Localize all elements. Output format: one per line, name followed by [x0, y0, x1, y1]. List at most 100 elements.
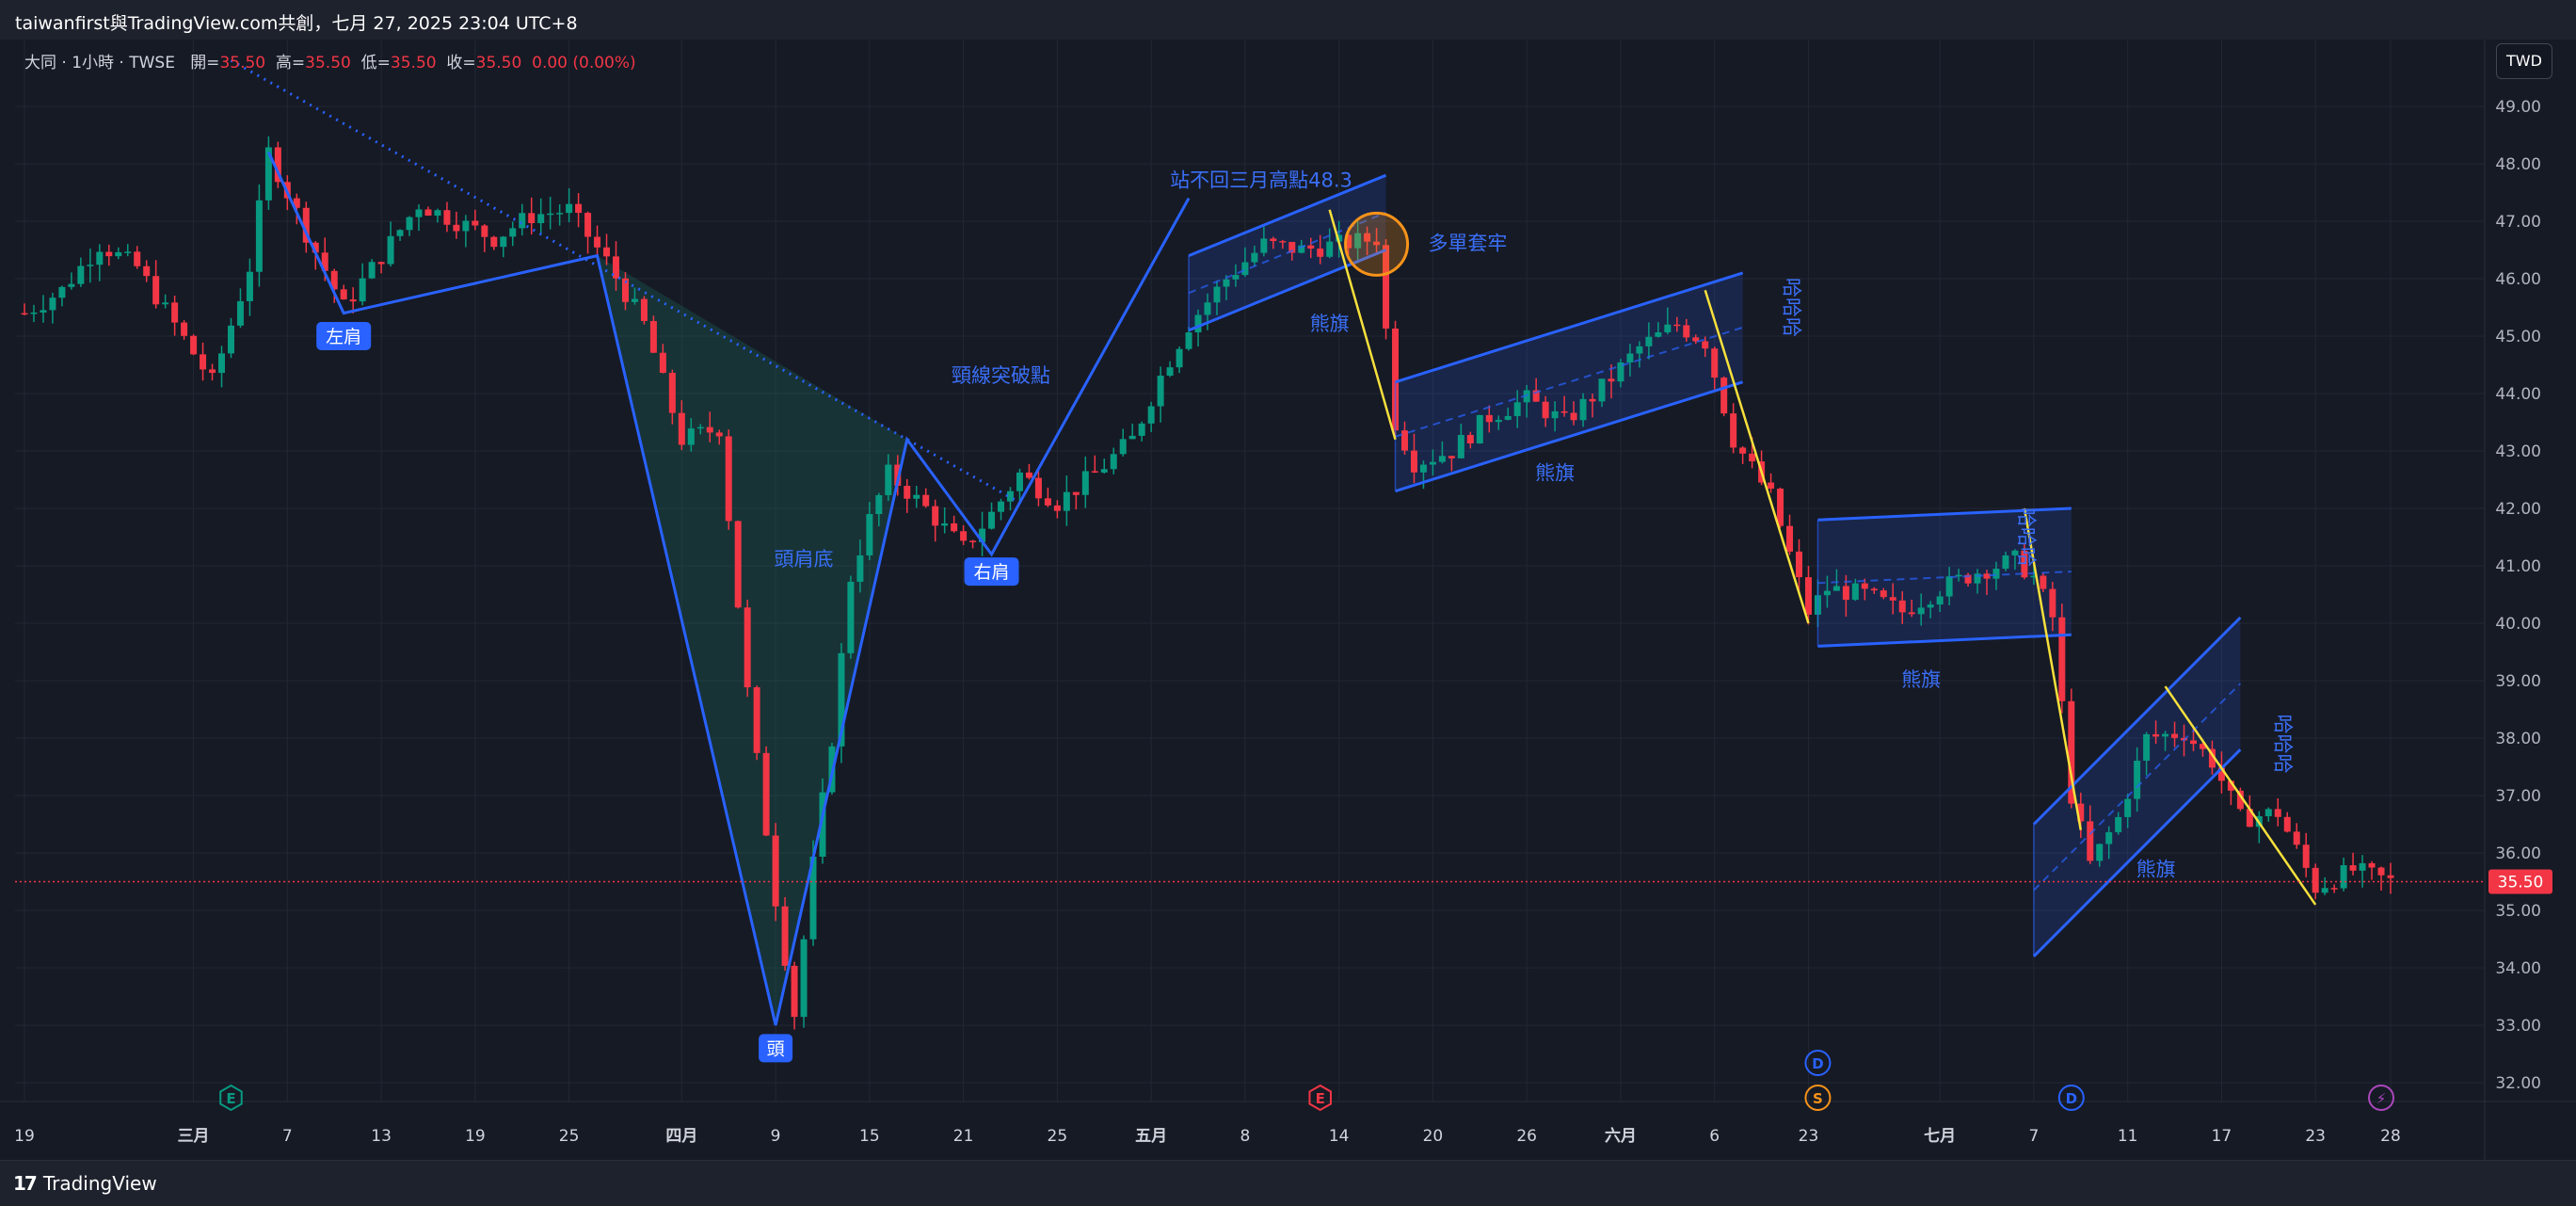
candle-body [1936, 596, 1944, 605]
candle-body [2152, 733, 2160, 737]
candle-body [1673, 324, 1681, 327]
candle-body [1880, 590, 1887, 598]
tradingview-brand[interactable]: 17 TradingView [13, 1172, 157, 1195]
symbol-info[interactable]: 大同 · 1小時 · TWSE [24, 54, 175, 72]
candle-body [1438, 456, 1446, 462]
candle-body [1166, 367, 1174, 377]
price-axis-label: 47.00 [2495, 213, 2541, 232]
candle-body [1768, 482, 1775, 490]
candle-body [2302, 844, 2310, 868]
candle-body [2330, 888, 2338, 890]
candle-body [1917, 607, 1925, 615]
candle-body [1147, 406, 1155, 424]
candle-body [2105, 831, 2113, 844]
open-value: 35.50 [219, 54, 266, 72]
candle-body [2264, 809, 2272, 816]
candle-body [904, 486, 911, 499]
candle-body [2312, 867, 2319, 893]
time-axis-label: 七月 [1924, 1127, 1956, 1146]
time-axis-label: 25 [559, 1127, 580, 1146]
event-marker-label-4: S [1813, 1090, 1823, 1107]
candle-body [415, 209, 423, 217]
candle-body [368, 262, 376, 279]
candle-body [1645, 336, 1653, 346]
candle-body [772, 835, 779, 907]
candle-body [1542, 401, 1549, 419]
candle-body [509, 228, 517, 237]
candle-body [753, 687, 760, 753]
candle-body [2049, 588, 2056, 618]
candle-body [472, 220, 479, 226]
candle-body [1749, 453, 1756, 462]
price-axis-label: 38.00 [2495, 730, 2541, 748]
candle-body [1655, 332, 1662, 337]
candle-body [1945, 576, 1953, 597]
close-label: 收= [446, 54, 476, 72]
low-label: 低= [360, 54, 391, 72]
time-axis-label: 7 [282, 1127, 293, 1146]
candle-body [1429, 461, 1436, 465]
candle-body [847, 581, 855, 653]
candle-body [1401, 430, 1408, 451]
candle-body [998, 501, 1005, 512]
candle-body [2143, 733, 2151, 762]
trapped-circle [1344, 211, 1410, 277]
candle-body [2171, 733, 2179, 738]
hahaha-label-1: 哈哈哈 [1781, 278, 1803, 337]
candle-body [2040, 575, 2047, 589]
price-axis-label: 44.00 [2495, 385, 2541, 404]
candle-body [566, 203, 573, 214]
candle-body [1128, 435, 1136, 440]
candle-body [1044, 498, 1051, 506]
candle-body [1448, 456, 1455, 458]
candle-body [537, 214, 545, 224]
candle-body [1485, 414, 1493, 423]
candle-body [1317, 249, 1324, 257]
candle-body [406, 217, 413, 231]
candle-body [218, 353, 225, 374]
candle-body [396, 230, 404, 236]
candle-body [1608, 378, 1615, 382]
price-axis-label: 39.00 [2495, 672, 2541, 691]
time-axis-label: 14 [1329, 1127, 1350, 1146]
candle-body [519, 213, 526, 229]
candle-body [696, 426, 704, 429]
candle-body [434, 210, 441, 217]
currency-button[interactable]: TWD [2496, 43, 2552, 79]
time-axis-label: 23 [1799, 1127, 1819, 1146]
resistance-label: 站不回三月高點48.3 [1170, 169, 1352, 191]
candle-body [1081, 471, 1089, 495]
candle-body [1457, 434, 1464, 458]
change-value: 0.00 (0.00%) [532, 54, 636, 72]
candle-body [58, 286, 66, 298]
candle-body [68, 283, 75, 287]
top-bar: taiwanfirst與TradingView.com共創，七月 27, 202… [0, 0, 2576, 40]
ohlc-legend: 大同 · 1小時 · TWSE 開=35.50 高=35.50 低=35.50 … [24, 49, 636, 72]
candle-body [1796, 551, 1802, 578]
candle-body [1598, 378, 1606, 402]
candle-body [1232, 275, 1240, 280]
head-badge: 頭 [767, 1038, 785, 1059]
left-shoulder-badge: 左肩 [326, 327, 361, 347]
time-axis-label: 9 [771, 1127, 781, 1146]
candle-body [2087, 821, 2094, 861]
candle-body [453, 224, 460, 232]
candle-body [1739, 447, 1747, 454]
candle-body [387, 235, 394, 265]
time-axis-label: 7 [2028, 1127, 2039, 1146]
price-axis-label: 32.00 [2495, 1074, 2541, 1093]
candle-body [951, 523, 958, 532]
price-chart[interactable]: 49.00 48.00 47.00 46.00 45.00 44.00 43.00 42.00… [0, 40, 2576, 1160]
candle-body [2293, 831, 2300, 845]
candle-body [1025, 472, 1032, 478]
candle-body [584, 213, 592, 237]
candle-body [1495, 419, 1502, 423]
candle-body [49, 297, 56, 311]
time-axis-label: 19 [465, 1127, 486, 1146]
candle-body [171, 302, 179, 323]
hahaha-label-2: 哈哈哈 [2015, 507, 2038, 567]
time-axis-label: 26 [1516, 1127, 1537, 1146]
high-label: 高= [275, 54, 306, 72]
price-axis-label: 48.00 [2495, 155, 2541, 174]
candle-body [1636, 346, 1643, 354]
